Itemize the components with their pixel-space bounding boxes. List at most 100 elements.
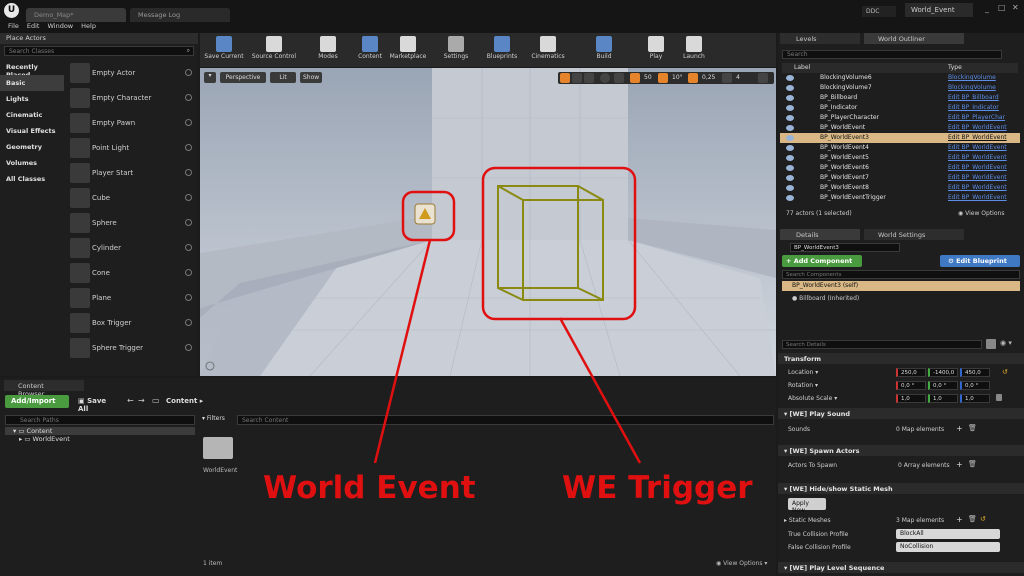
category-cinematic[interactable]: Cinematic <box>0 107 64 123</box>
category-visual-effects[interactable]: Visual Effects <box>0 123 64 139</box>
camera-speed-icon[interactable] <box>722 73 732 83</box>
help-icon[interactable] <box>185 294 192 301</box>
actor-item-sphere[interactable]: Sphere <box>66 211 196 236</box>
outliner-row[interactable]: BlockingVolume7 BlockingVolume <box>780 83 1020 93</box>
eye-icon[interactable] <box>786 95 794 101</box>
details-settings-icon[interactable]: ◉ ▾ <box>1000 339 1012 347</box>
outliner-row[interactable]: BP_WorldEvent7 Edit BP_WorldEvent <box>780 173 1020 183</box>
help-icon[interactable] <box>185 319 192 326</box>
section-hide-show[interactable]: ▾ [WE] Hide/show Static Mesh <box>778 483 1024 494</box>
eye-icon[interactable] <box>786 125 794 131</box>
actor-item-player-start[interactable]: Player Start <box>66 161 196 186</box>
camera-speed-value[interactable]: 4 <box>736 74 740 81</box>
actor-item-cube[interactable]: Cube <box>66 186 196 211</box>
scale-snap-value[interactable]: 0,25 <box>702 74 715 81</box>
minimize-button[interactable]: _ <box>985 4 989 13</box>
asset-folder-worldevent[interactable]: WorldEvent <box>203 433 237 474</box>
outliner-row[interactable]: BP_WorldEvent8 Edit BP_WorldEvent <box>780 183 1020 193</box>
outliner-row[interactable]: BP_WorldEvent3 Edit BP_WorldEvent <box>780 133 1020 143</box>
location-field-z[interactable]: 450,0 <box>960 368 990 377</box>
category-all-classes[interactable]: All Classes <box>0 171 64 187</box>
add-component-button[interactable]: + Add Component <box>782 255 862 267</box>
section-play-sound[interactable]: ▾ [WE] Play Sound <box>778 408 1024 419</box>
search-details-input[interactable]: Search Details <box>782 340 982 349</box>
help-icon[interactable] <box>185 269 192 276</box>
outliner-search-input[interactable]: Search <box>782 50 1002 59</box>
rotation-field-x[interactable]: 0,0 ° <box>896 381 926 390</box>
add-import-button[interactable]: Add/Import <box>5 395 69 408</box>
trash-icon[interactable]: 🗑 <box>968 515 977 523</box>
add-element-icon[interactable]: + <box>956 424 963 433</box>
eye-icon[interactable] <box>786 105 794 111</box>
close-button[interactable]: ✕ <box>1012 3 1019 12</box>
actor-item-empty-actor[interactable]: Empty Actor <box>66 61 196 86</box>
nav-forward-icon[interactable]: → <box>138 396 145 405</box>
false-profile-select[interactable]: NoCollision <box>896 542 1000 552</box>
lock-icon[interactable] <box>996 394 1002 401</box>
help-icon[interactable] <box>185 94 192 101</box>
menu-window[interactable]: Window <box>47 22 73 30</box>
level-viewport[interactable]: ▾ Perspective Lit Show 50 10° 0,25 4 <box>200 68 776 376</box>
row-type[interactable]: Edit BP_WorldEvent <box>948 134 1007 141</box>
help-icon[interactable] <box>185 144 192 151</box>
outliner-row[interactable]: BP_WorldEvent6 Edit BP_WorldEvent <box>780 163 1020 173</box>
actor-item-empty-character[interactable]: Empty Character <box>66 86 196 111</box>
category-lights[interactable]: Lights <box>0 91 64 107</box>
row-type[interactable]: BlockingVolume <box>948 84 996 91</box>
tab-details[interactable]: Details <box>780 229 860 240</box>
build-button[interactable]: Build <box>584 35 624 66</box>
eye-icon[interactable] <box>786 185 794 191</box>
reset-icon[interactable]: ↺ <box>980 515 986 523</box>
tab-levels[interactable]: Levels <box>780 33 860 44</box>
help-icon[interactable] <box>185 69 192 76</box>
scale-field-y[interactable]: 1,0 <box>928 394 958 403</box>
menu-edit[interactable]: Edit <box>27 22 40 30</box>
section-spawn-actors[interactable]: ▾ [WE] Spawn Actors <box>778 445 1024 456</box>
add-element-icon[interactable]: + <box>956 460 963 469</box>
row-type[interactable]: Edit BP_Billboard <box>948 94 999 101</box>
actor-name-input[interactable]: BP_WorldEvent3 <box>790 243 900 252</box>
row-type[interactable]: Edit BP_WorldEvent <box>948 194 1007 201</box>
tab-world-settings[interactable]: World Settings <box>864 229 964 240</box>
section-transform[interactable]: Transform <box>778 353 1024 364</box>
eye-icon[interactable] <box>786 155 794 161</box>
search-paths-input[interactable]: Search Paths <box>5 415 195 425</box>
surface-snap-icon[interactable] <box>614 73 624 83</box>
viewport-options-button[interactable]: ▾ <box>204 72 216 83</box>
category-recently-placed[interactable]: Recently Placed <box>0 59 64 79</box>
row-type[interactable]: Edit BP_Indicator <box>948 104 999 111</box>
nav-back-icon[interactable]: ← <box>127 396 134 405</box>
trash-icon[interactable]: 🗑 <box>968 424 977 432</box>
outliner-row[interactable]: BP_PlayerCharacter Edit BP_PlayerChar <box>780 113 1020 123</box>
source-control-button[interactable]: Source Control <box>246 35 302 66</box>
content-button[interactable]: Content <box>350 35 390 66</box>
cinematics-button[interactable]: Cinematics <box>528 35 568 66</box>
outliner-row[interactable]: BP_WorldEvent4 Edit BP_WorldEvent <box>780 143 1020 153</box>
outliner-row[interactable]: BP_WorldEvent5 Edit BP_WorldEvent <box>780 153 1020 163</box>
search-content-input[interactable]: Search Content <box>237 415 774 425</box>
search-classes-input[interactable]: Search Classes ⌕ <box>4 46 194 56</box>
actor-item-cone[interactable]: Cone <box>66 261 196 286</box>
ddc-indicator[interactable]: DDC <box>862 6 896 17</box>
category-basic[interactable]: Basic <box>0 75 64 91</box>
tree-item-content[interactable]: ▾ ▭ Content <box>5 427 195 435</box>
help-icon[interactable] <box>185 244 192 251</box>
grid-snap-icon[interactable] <box>630 73 640 83</box>
help-icon[interactable] <box>185 119 192 126</box>
maximize-viewport-icon[interactable] <box>758 73 768 83</box>
edit-blueprint-button[interactable]: ⚙ Edit Blueprint <box>940 255 1020 267</box>
help-icon[interactable] <box>185 194 192 201</box>
view-options-button[interactable]: ◉ View Options ▾ <box>716 560 767 567</box>
play-button[interactable]: Play <box>636 35 676 66</box>
eye-icon[interactable] <box>786 165 794 171</box>
eye-icon[interactable] <box>786 135 794 141</box>
search-components-input[interactable]: Search Components <box>782 270 1020 279</box>
outliner-row[interactable]: BP_WorldEventTrigger Edit BP_WorldEvent <box>780 193 1020 203</box>
component-self-row[interactable]: BP_WorldEvent3 (self) <box>782 281 1020 291</box>
component-billboard-row[interactable]: ● Billboard (Inherited) <box>792 295 859 302</box>
grid-snap-value[interactable]: 50 <box>644 74 652 81</box>
help-icon[interactable] <box>185 344 192 351</box>
eye-icon[interactable] <box>786 115 794 121</box>
tab-world-outliner[interactable]: World Outliner <box>864 33 964 44</box>
menu-file[interactable]: File <box>8 22 19 30</box>
